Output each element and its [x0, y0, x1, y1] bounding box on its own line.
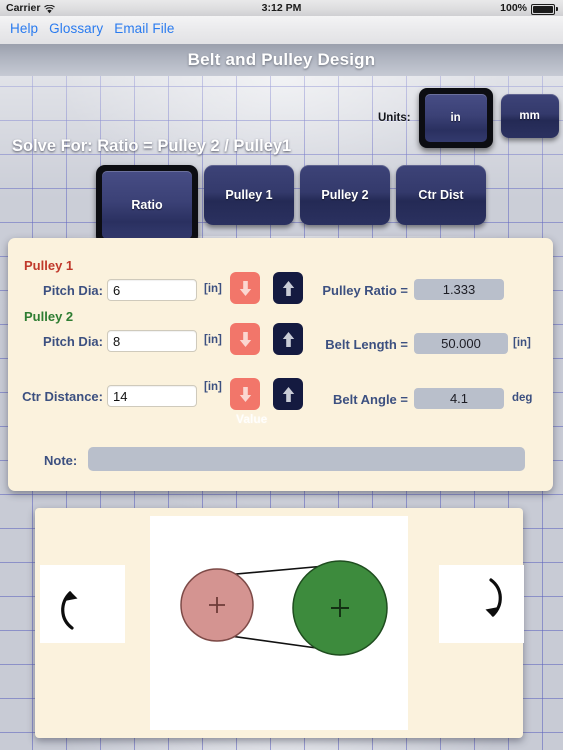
arrow-down-icon: [239, 331, 251, 347]
units-selector: Units: in mm: [378, 88, 559, 148]
pulley2-group-title: Pulley 2: [24, 309, 74, 324]
solve-button-pulley1[interactable]: Pulley 1: [204, 165, 294, 225]
pulley1-increment-button[interactable]: [273, 272, 303, 304]
solve-button-pulley2-label: Pulley 2: [321, 188, 369, 202]
units-button-mm-label: mm: [519, 110, 540, 122]
pulley1-group-title: Pulley 1: [24, 258, 74, 273]
note-input[interactable]: [88, 447, 525, 471]
pulley1-pitch-dia-input[interactable]: [107, 279, 197, 301]
arrow-up-icon: [282, 331, 294, 347]
value-hint-label: Value: [236, 412, 268, 426]
calculation-panel: Pulley 1 Pitch Dia: [in] Pulley 2 Pitch …: [8, 238, 553, 491]
status-bar-right: 100%: [500, 2, 558, 15]
ctr-distance-increment-button[interactable]: [273, 378, 303, 410]
left-rotation-indicator: [40, 565, 125, 643]
solve-button-pulley1-label: Pulley 1: [225, 188, 273, 202]
battery-cap-icon: [556, 7, 558, 11]
units-button-in-label: in: [424, 94, 487, 142]
pulley2-pitch-dia-input[interactable]: [107, 330, 197, 352]
belt-length-value: 50.000: [414, 333, 508, 354]
units-label: Units:: [378, 112, 411, 124]
title-bar: Belt and Pulley Design: [0, 44, 563, 76]
help-link[interactable]: Help: [10, 21, 38, 36]
pulley1-pitch-dia-unit: [in]: [204, 283, 222, 295]
solve-for-text: Solve For: Ratio = Pulley 2 / Pulley1: [12, 137, 292, 155]
battery-percent-label: 100%: [500, 2, 527, 14]
pulley2-decrement-button[interactable]: [230, 323, 260, 355]
pulley-ratio-value: 1.333: [414, 279, 504, 300]
email-file-link[interactable]: Email File: [114, 21, 174, 36]
belt-length-label: Belt Length =: [325, 337, 408, 352]
status-bar-time: 3:12 PM: [261, 2, 302, 14]
rotate-clockwise-icon: [485, 578, 502, 617]
rotate-counterclockwise-icon: [61, 591, 78, 630]
belt-angle-unit: deg: [512, 392, 533, 404]
battery-full-icon: [531, 3, 555, 15]
nav-toolbar: Help Glossary Email File: [0, 16, 563, 45]
right-rotation-indicator: [439, 565, 524, 643]
pulley2-pitch-dia-unit: [in]: [204, 334, 222, 346]
solve-for-button-group: Ratio Pulley 1 Pulley 2 Ctr Dist: [96, 165, 486, 245]
pulley2-increment-button[interactable]: [273, 323, 303, 355]
arrow-down-icon: [239, 386, 251, 402]
ctr-distance-label: Ctr Distance:: [22, 389, 103, 404]
belt-angle-label: Belt Angle =: [332, 392, 408, 407]
solve-button-pulley2[interactable]: Pulley 2: [300, 165, 390, 225]
page-title: Belt and Pulley Design: [187, 50, 376, 69]
app-root: Carrier 3:12 PM 100% Help Glossary Email…: [0, 0, 563, 750]
solve-button-ratio-label: Ratio: [102, 171, 192, 239]
belt-angle-value: 4.1: [414, 388, 504, 409]
toolbar-links: Help Glossary Email File: [10, 21, 175, 36]
arrow-up-icon: [282, 280, 294, 296]
status-bar: Carrier 3:12 PM 100%: [0, 0, 563, 17]
pulley-diagram-canvas: [150, 516, 408, 730]
arrow-up-icon: [282, 386, 294, 402]
belt-length-unit: [in]: [513, 337, 531, 349]
ctr-distance-input[interactable]: [107, 385, 197, 407]
pulley-diagram-panel: [35, 508, 524, 738]
pulley-ratio-label: Pulley Ratio =: [322, 283, 408, 298]
pulley1-decrement-button[interactable]: [230, 272, 260, 304]
note-label: Note:: [44, 453, 78, 468]
solve-button-ctr-dist[interactable]: Ctr Dist: [396, 165, 486, 225]
solve-button-ratio[interactable]: Ratio: [96, 165, 198, 245]
units-button-in[interactable]: in: [418, 88, 493, 148]
pulley2-pitch-dia-label: Pitch Dia:: [43, 334, 103, 349]
solve-button-ctr-dist-label: Ctr Dist: [418, 188, 464, 202]
ctr-distance-decrement-button[interactable]: [230, 378, 260, 410]
pulley1-pitch-dia-label: Pitch Dia:: [43, 283, 103, 298]
arrow-down-icon: [239, 280, 251, 296]
units-button-mm[interactable]: mm: [500, 94, 559, 138]
ctr-distance-unit: [in]: [204, 381, 222, 393]
glossary-link[interactable]: Glossary: [49, 21, 103, 36]
